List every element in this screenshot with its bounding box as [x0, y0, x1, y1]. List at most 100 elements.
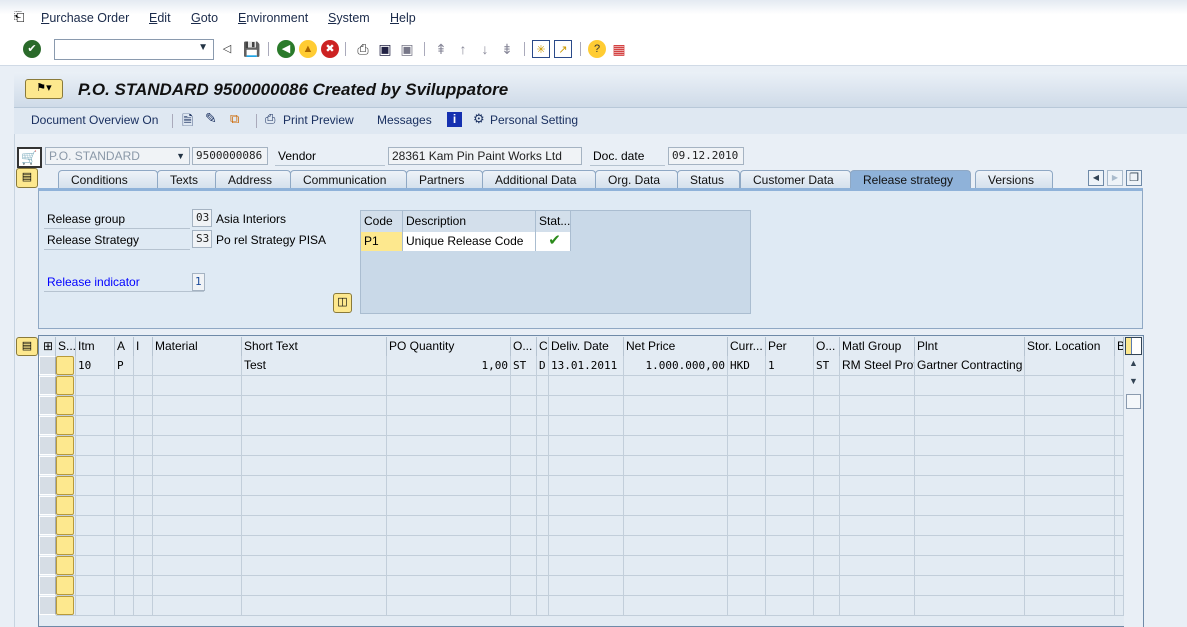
empty-cell[interactable] [814, 596, 840, 616]
empty-cell[interactable] [387, 456, 511, 476]
release-indicator-field[interactable]: 1 [192, 273, 205, 291]
vertical-scrollbar[interactable]: ▲ ▼ [1124, 356, 1143, 627]
empty-cell[interactable] [76, 376, 115, 396]
row-selector[interactable] [39, 556, 56, 575]
empty-cell[interactable] [56, 396, 76, 416]
row-selector[interactable] [39, 476, 56, 495]
cell-material[interactable] [153, 356, 242, 376]
item-status-button[interactable] [56, 516, 74, 535]
empty-cell[interactable] [1115, 476, 1124, 496]
empty-cell[interactable] [242, 596, 387, 616]
item-status-button[interactable] [56, 496, 74, 515]
tab-release-strategy[interactable]: Release strategy [850, 170, 971, 189]
empty-cell[interactable] [76, 536, 115, 556]
scroll-up-icon[interactable]: ▲ [1129, 358, 1138, 368]
release-indicator-label[interactable]: Release indicator [44, 273, 204, 292]
empty-cell[interactable] [766, 576, 814, 596]
empty-cell[interactable] [840, 376, 915, 396]
empty-cell[interactable] [387, 496, 511, 516]
empty-cell[interactable] [134, 596, 153, 616]
tab-conditions[interactable]: Conditions [58, 170, 158, 189]
empty-cell[interactable] [624, 556, 728, 576]
empty-cell[interactable] [242, 436, 387, 456]
empty-cell[interactable] [549, 396, 624, 416]
empty-cell[interactable] [624, 496, 728, 516]
empty-cell[interactable] [766, 496, 814, 516]
empty-cell[interactable] [728, 416, 766, 436]
empty-cell[interactable] [766, 436, 814, 456]
layout-menu-icon[interactable]: ▦ [610, 40, 628, 58]
empty-cell[interactable] [915, 376, 1025, 396]
empty-cell[interactable] [134, 536, 153, 556]
tab-address[interactable]: Address [215, 170, 291, 189]
empty-cell[interactable] [549, 416, 624, 436]
cell-storage-location[interactable] [1025, 356, 1115, 376]
services-for-object-button[interactable]: ⚑▾ [25, 79, 63, 99]
empty-cell[interactable] [115, 376, 134, 396]
item-status-button[interactable] [56, 456, 74, 475]
empty-cell[interactable] [728, 536, 766, 556]
empty-cell[interactable] [728, 436, 766, 456]
empty-cell[interactable] [115, 396, 134, 416]
empty-cell[interactable] [511, 396, 537, 416]
items-collapse-button[interactable]: ▤ [16, 337, 38, 356]
empty-cell[interactable] [115, 416, 134, 436]
row-selector[interactable] [39, 576, 56, 595]
empty-cell[interactable] [1115, 456, 1124, 476]
empty-cell[interactable] [134, 496, 153, 516]
shortcut-icon[interactable]: ↗ [554, 40, 572, 58]
empty-cell[interactable] [766, 516, 814, 536]
empty-cell[interactable] [153, 536, 242, 556]
empty-cell[interactable] [766, 476, 814, 496]
release-prerequisites-button[interactable]: ◫ [333, 293, 352, 313]
empty-cell[interactable] [242, 476, 387, 496]
command-field[interactable]: ▼ [54, 39, 214, 60]
column-header-item-category[interactable]: I [134, 337, 153, 356]
empty-cell[interactable] [766, 416, 814, 436]
empty-cell[interactable] [915, 476, 1025, 496]
empty-cell[interactable] [387, 556, 511, 576]
empty-cell[interactable] [56, 416, 76, 436]
empty-cell[interactable] [915, 576, 1025, 596]
column-header-item[interactable]: Itm [76, 337, 115, 356]
empty-cell[interactable] [76, 456, 115, 476]
column-header-description[interactable]: Description [403, 211, 536, 232]
empty-cell[interactable] [624, 396, 728, 416]
empty-cell[interactable] [1025, 536, 1115, 556]
empty-cell[interactable] [537, 576, 549, 596]
empty-cell[interactable] [115, 456, 134, 476]
empty-cell[interactable] [915, 516, 1025, 536]
empty-cell[interactable] [814, 456, 840, 476]
empty-cell[interactable] [915, 556, 1025, 576]
empty-cell[interactable] [153, 456, 242, 476]
item-status-button[interactable] [56, 376, 74, 395]
scroll-down-icon[interactable]: ▼ [1129, 376, 1138, 386]
help-icon[interactable]: ? [588, 40, 606, 58]
empty-cell[interactable] [56, 556, 76, 576]
empty-cell[interactable] [915, 496, 1025, 516]
empty-cell[interactable] [537, 396, 549, 416]
empty-cell[interactable] [115, 536, 134, 556]
empty-cell[interactable] [115, 516, 134, 536]
tab-additional-data[interactable]: Additional Data [482, 170, 596, 189]
empty-cell[interactable] [76, 476, 115, 496]
empty-cell[interactable] [153, 476, 242, 496]
released-check-icon[interactable]: ✔ [536, 232, 571, 251]
item-status-button[interactable] [56, 556, 74, 575]
empty-cell[interactable] [134, 456, 153, 476]
empty-cell[interactable] [134, 576, 153, 596]
empty-cell[interactable] [728, 376, 766, 396]
cell-item[interactable]: 10 [76, 356, 115, 376]
empty-cell[interactable] [56, 536, 76, 556]
item-status-button[interactable] [56, 576, 74, 595]
tab-list-button[interactable]: ❐ [1126, 170, 1142, 186]
empty-cell[interactable] [624, 436, 728, 456]
menu-edit[interactable]: Edit [149, 11, 171, 25]
empty-cell[interactable] [537, 536, 549, 556]
cell-net-price[interactable]: 1.000.000,00 [624, 356, 728, 376]
empty-cell[interactable] [153, 516, 242, 536]
cell-material-group[interactable]: RM Steel Prof [840, 356, 915, 376]
empty-cell[interactable] [134, 516, 153, 536]
empty-cell[interactable] [1115, 416, 1124, 436]
column-config-icon[interactable] [1125, 337, 1142, 355]
